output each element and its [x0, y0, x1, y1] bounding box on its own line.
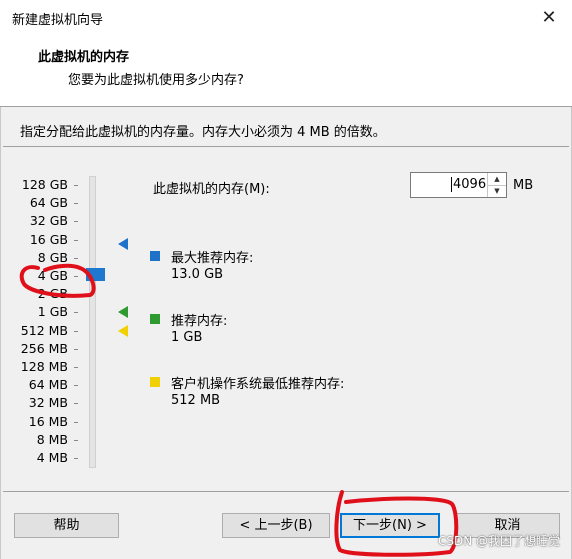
red-annotation — [19, 263, 459, 557]
watermark: CSDN @我困了想睡觉 — [437, 534, 560, 548]
annotation-circle-4gb — [19, 263, 96, 298]
